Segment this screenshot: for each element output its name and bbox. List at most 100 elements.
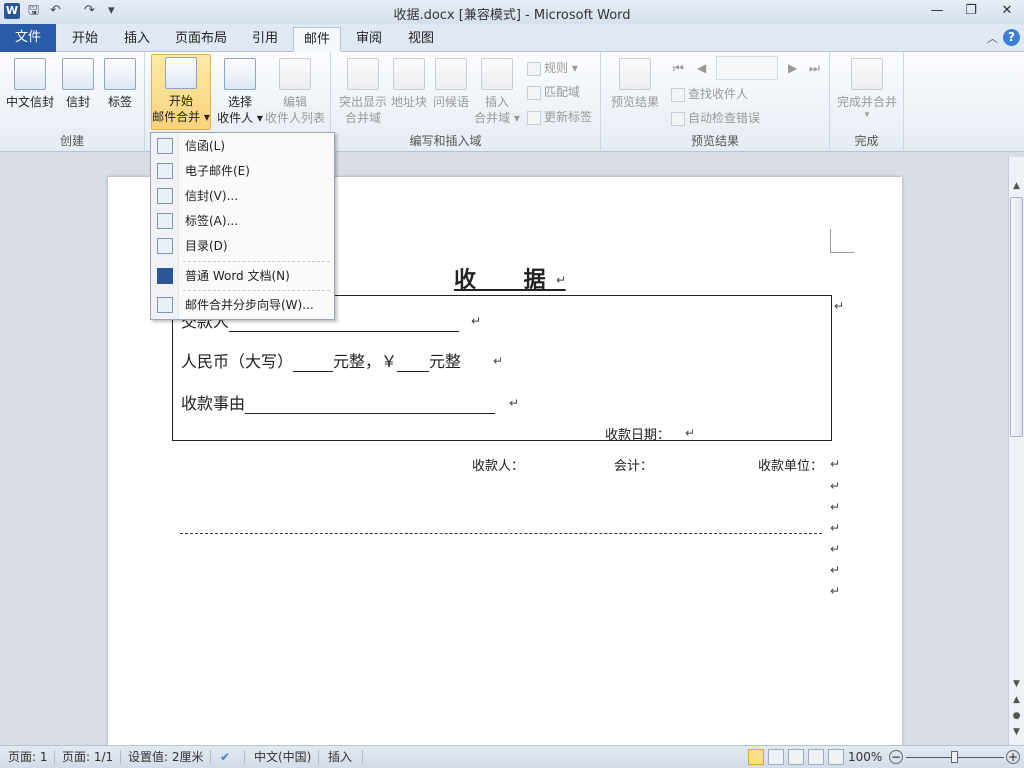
amount-line[interactable]: 人民币（大写） 元整，￥ 元整	[181, 348, 461, 372]
record-number-input[interactable]	[716, 56, 778, 80]
rules-button[interactable]: 规则 ▾	[527, 58, 578, 78]
finish-merge-button[interactable]: 完成并合并 ▾	[834, 56, 900, 120]
menu-item-envelopes[interactable]: 信封(V)...	[151, 184, 334, 208]
highlight-merge-fields-line2: 合并域	[344, 111, 381, 125]
menu-item-normal-word-document[interactable]: 普通 Word 文档(N)	[151, 264, 334, 288]
auto-check-errors-button[interactable]: 自动检查错误	[671, 108, 760, 128]
envelope-icon	[157, 188, 173, 204]
web-layout-view-icon[interactable]	[788, 749, 804, 765]
wizard-icon	[157, 297, 173, 313]
edit-recipient-list-button[interactable]: 编辑 收件人列表	[263, 56, 327, 126]
full-screen-reading-view-icon[interactable]	[768, 749, 784, 765]
empty-paragraph-mark: ↵	[830, 479, 841, 493]
scroll-up-icon[interactable]: ▲	[1009, 179, 1024, 193]
payee-label[interactable]: 收款人：	[472, 455, 524, 474]
envelope-button[interactable]: 信封	[60, 56, 96, 110]
highlight-merge-fields-icon	[347, 58, 379, 90]
menu-item-letters[interactable]: 信函(L)	[151, 134, 334, 158]
menu-item-labels-label: 标签(A)...	[185, 214, 239, 228]
scroll-thumb[interactable]	[1010, 197, 1023, 437]
status-separator	[244, 750, 245, 764]
menu-item-mail-merge-wizard[interactable]: 邮件合并分步向导(W)...	[151, 293, 334, 317]
vertical-scrollbar[interactable]: ▲ ▼ ▲ ● ▼	[1008, 177, 1024, 745]
menu-item-directory[interactable]: 目录(D)	[151, 234, 334, 258]
labels-icon	[157, 213, 173, 229]
receiving-unit-label[interactable]: 收款单位：	[758, 455, 823, 474]
zoom-slider-thumb[interactable]	[951, 751, 958, 763]
auto-check-errors-label: 自动检查错误	[688, 111, 761, 125]
help-icon[interactable]: ?	[1003, 29, 1020, 46]
reason-line[interactable]: 收款事由	[181, 390, 496, 414]
greeting-line-button[interactable]: 问候语	[431, 56, 471, 110]
greeting-line-icon	[435, 58, 467, 90]
collapse-ribbon-icon[interactable]: ︿	[987, 30, 998, 46]
previous-page-icon[interactable]: ▲	[1009, 693, 1024, 707]
match-fields-button[interactable]: 匹配域	[527, 82, 580, 102]
print-layout-view-icon[interactable]	[748, 749, 764, 765]
close-button[interactable]: ✕	[994, 2, 1020, 20]
previous-record-icon[interactable]: ◀	[697, 58, 706, 78]
amount-rmb-label: 人民币（大写）	[181, 352, 294, 371]
menu-item-email[interactable]: 电子邮件(E)	[151, 159, 334, 183]
status-page[interactable]: 页面: 1	[8, 749, 48, 765]
status-insert-mode[interactable]: 插入	[328, 749, 352, 765]
status-setting[interactable]: 设置值: 2厘米	[128, 749, 204, 765]
address-block-icon	[393, 58, 425, 90]
tab-view[interactable]: 视图	[400, 27, 442, 52]
select-browse-object-icon[interactable]: ●	[1009, 709, 1024, 723]
highlight-merge-fields-button[interactable]: 突出显示 合并域	[335, 56, 391, 126]
insert-merge-field-line1: 插入	[484, 95, 509, 109]
update-labels-button[interactable]: 更新标签	[527, 107, 592, 127]
select-recipients-button[interactable]: 选择 收件人 ▾	[211, 56, 269, 126]
chinese-envelope-button[interactable]: 中文信封	[4, 56, 56, 110]
rules-icon	[527, 61, 541, 76]
first-record-icon[interactable]: ⏮	[673, 58, 684, 78]
document-title[interactable]: 收 据	[454, 262, 566, 294]
start-mail-merge-button[interactable]: 开始 邮件合并 ▾	[151, 54, 211, 130]
amount-suffix-label: 元整	[429, 352, 462, 371]
zoom-level[interactable]: 100%	[848, 749, 882, 765]
preview-results-button[interactable]: 预览结果	[605, 56, 665, 110]
tab-home[interactable]: 开始	[64, 27, 106, 52]
finish-merge-label: 完成并合并	[836, 95, 897, 109]
tab-page-layout[interactable]: 页面布局	[168, 27, 234, 52]
title-paragraph-mark: ↵	[556, 273, 567, 287]
group-preview-label: 预览结果	[690, 134, 739, 148]
scroll-down-icon[interactable]: ▼	[1009, 677, 1024, 691]
receipt-date-label[interactable]: 收款日期：	[605, 424, 670, 443]
menu-item-labels[interactable]: 标签(A)...	[151, 209, 334, 233]
tab-review[interactable]: 审阅	[348, 27, 390, 52]
tab-insert[interactable]: 插入	[116, 27, 158, 52]
edit-recipient-list-icon	[279, 58, 311, 90]
status-separator	[54, 750, 55, 764]
empty-paragraph-mark: ↵	[830, 542, 841, 556]
draft-view-icon[interactable]	[828, 749, 844, 765]
start-mail-merge-menu: 信函(L) 电子邮件(E) 信封(V)... 标签(A)... 目录(D) 普通…	[150, 132, 335, 320]
chinese-envelope-icon	[14, 58, 46, 90]
empty-paragraph-mark: ↵	[830, 521, 841, 535]
status-page-count[interactable]: 页面: 1/1	[62, 749, 113, 765]
accountant-label[interactable]: 会计：	[614, 455, 653, 474]
labels-button[interactable]: 标签	[102, 56, 138, 110]
menu-item-mail-merge-wizard-label: 邮件合并分步向导(W)...	[185, 298, 314, 312]
minimize-button[interactable]: —	[924, 2, 950, 20]
next-record-icon[interactable]: ▶	[788, 58, 797, 78]
zoom-in-icon[interactable]: +	[1006, 750, 1020, 764]
last-record-icon[interactable]: ⏭	[809, 58, 820, 78]
zoom-out-icon[interactable]: −	[889, 750, 903, 764]
restore-button[interactable]: ❐	[958, 2, 984, 20]
proofing-icon[interactable]: ✔	[220, 749, 230, 765]
cut-line	[180, 533, 822, 534]
tab-file[interactable]: 文件	[0, 24, 56, 52]
preview-results-icon	[619, 58, 651, 90]
next-page-icon[interactable]: ▼	[1009, 725, 1024, 739]
find-recipient-button[interactable]: 查找收件人	[671, 84, 748, 104]
insert-merge-field-button[interactable]: 插入 合并域 ▾	[473, 56, 521, 126]
address-block-button[interactable]: 地址块	[389, 56, 429, 110]
menu-item-directory-label: 目录(D)	[185, 239, 228, 253]
view-ruler-button[interactable]	[1008, 157, 1024, 177]
tab-references[interactable]: 引用	[244, 27, 286, 52]
status-language[interactable]: 中文(中国)	[254, 749, 311, 765]
outline-view-icon[interactable]	[808, 749, 824, 765]
tab-mailings[interactable]: 邮件	[293, 27, 341, 52]
